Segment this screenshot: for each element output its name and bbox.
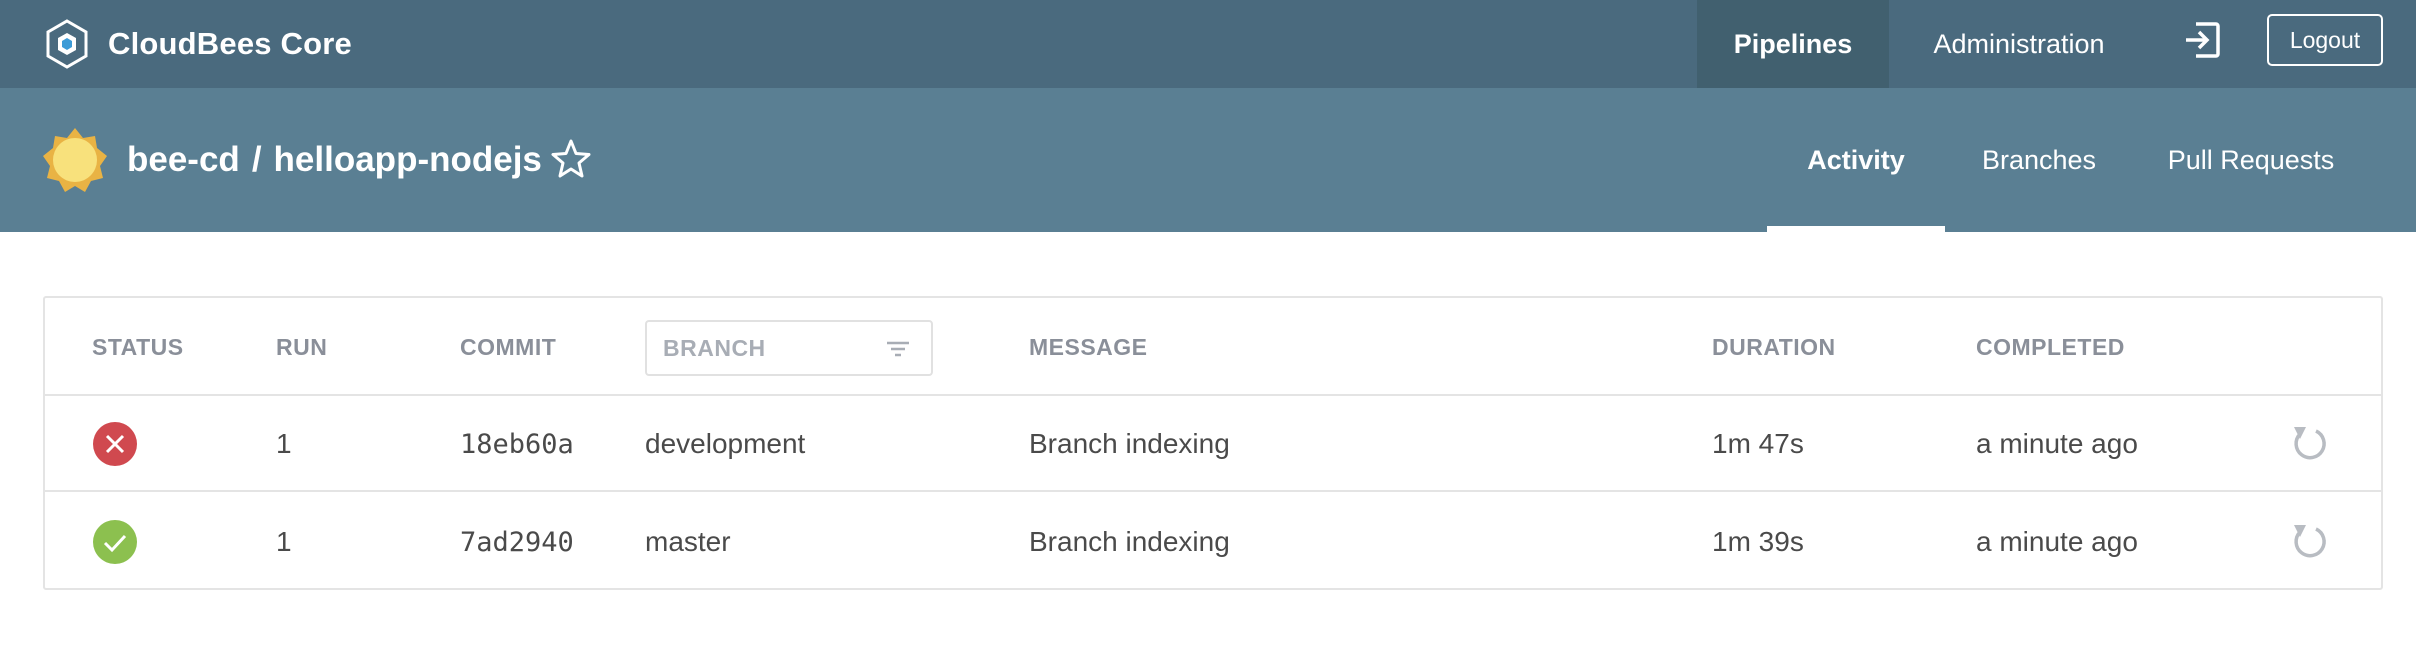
- tab-pull-requests[interactable]: Pull Requests: [2133, 88, 2369, 232]
- tab-branches[interactable]: Branches: [1945, 88, 2133, 232]
- run-number: 1: [276, 428, 292, 459]
- column-message: MESSAGE: [1029, 333, 1148, 360]
- pipeline-tabs: Activity Branches Pull Requests: [1767, 88, 2369, 232]
- nav-pipelines[interactable]: Pipelines: [1697, 0, 1889, 88]
- run-message: Branch indexing: [1029, 428, 1230, 459]
- pipeline-header: bee-cd / helloapp-nodejs Activity Branch…: [0, 88, 2416, 232]
- top-nav: Pipelines Administration: [1697, 0, 2149, 88]
- run-completed: a minute ago: [1976, 526, 2138, 557]
- cloudbees-logo-icon: [44, 18, 90, 70]
- tab-activity[interactable]: Activity: [1767, 88, 1945, 232]
- logout-button[interactable]: Logout: [2267, 14, 2383, 66]
- pipeline-name: helloapp-nodejs: [273, 140, 542, 179]
- run-number: 1: [276, 526, 292, 557]
- app-name: CloudBees Core: [108, 26, 352, 61]
- pipeline-title: bee-cd / helloapp-nodejs: [127, 88, 542, 232]
- commit-id[interactable]: 18eb60a: [460, 396, 574, 492]
- success-status-icon: [92, 519, 138, 565]
- nav-administration[interactable]: Administration: [1889, 0, 2149, 88]
- run-message: Branch indexing: [1029, 526, 1230, 557]
- column-commit: COMMIT: [460, 333, 557, 360]
- failed-status-icon: [92, 421, 138, 467]
- commit-id[interactable]: 7ad2940: [460, 494, 574, 590]
- sunny-icon: [42, 127, 108, 193]
- branch-filter-placeholder: BRANCH: [663, 334, 766, 361]
- exit-icon[interactable]: [2180, 18, 2224, 62]
- branch-name: master: [645, 526, 731, 557]
- table-row[interactable]: 1 7ad2940 master Branch indexing 1m 39s …: [45, 494, 2381, 590]
- brand[interactable]: CloudBees Core: [44, 0, 352, 88]
- branch-filter-input[interactable]: BRANCH: [645, 320, 933, 376]
- top-navigation-bar: CloudBees Core Pipelines Administration …: [0, 0, 2416, 88]
- column-status: STATUS: [92, 333, 184, 360]
- column-run: RUN: [276, 333, 328, 360]
- filter-icon: [885, 338, 911, 360]
- rerun-icon[interactable]: [2288, 521, 2330, 563]
- breadcrumb-separator: /: [251, 140, 262, 179]
- organization-name[interactable]: bee-cd: [127, 140, 240, 180]
- column-completed: COMPLETED: [1976, 333, 2125, 360]
- run-duration: 1m 47s: [1712, 428, 1804, 459]
- column-duration: DURATION: [1712, 333, 1836, 360]
- rerun-icon[interactable]: [2288, 423, 2330, 465]
- favorite-star-icon[interactable]: [549, 137, 593, 181]
- run-completed: a minute ago: [1976, 428, 2138, 459]
- table-row[interactable]: 1 18eb60a development Branch indexing 1m…: [45, 396, 2381, 492]
- activity-table: STATUS RUN COMMIT BRANCH MESSAGE DURATIO…: [43, 296, 2383, 590]
- branch-name: development: [645, 428, 806, 459]
- run-duration: 1m 39s: [1712, 526, 1804, 557]
- table-header: STATUS RUN COMMIT BRANCH MESSAGE DURATIO…: [45, 298, 2381, 396]
